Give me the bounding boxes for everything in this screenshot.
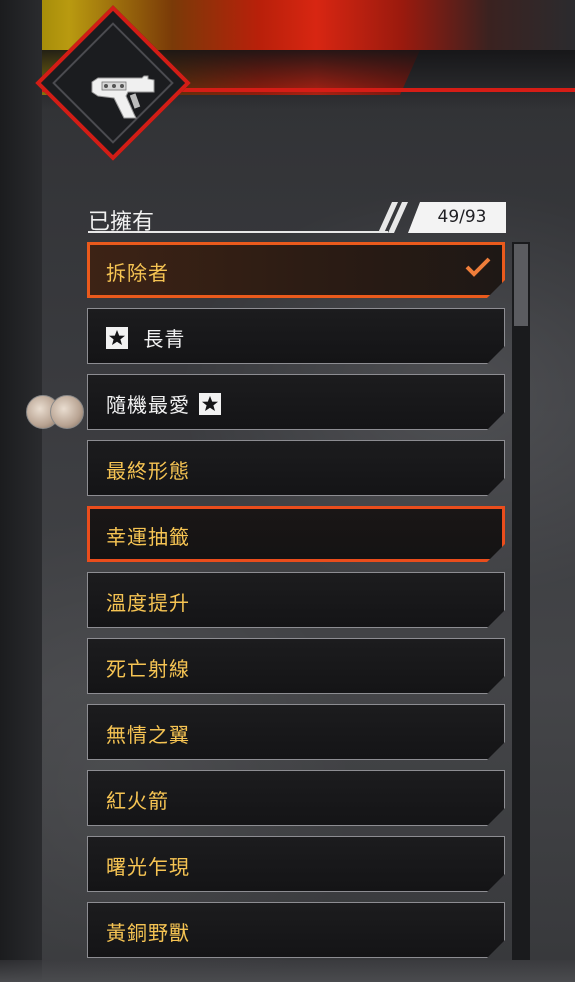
star-icon — [199, 393, 222, 415]
pistol-icon — [91, 75, 155, 119]
list-item[interactable]: 隨機最愛 — [87, 374, 505, 430]
weapon-emblem — [35, 5, 202, 172]
item-label: 死亡射線 — [106, 657, 190, 681]
list-item[interactable]: 黃銅野獸 — [87, 902, 505, 958]
list-item[interactable]: 無情之翼 — [87, 704, 505, 760]
owned-count-badge: 49/93 — [408, 202, 506, 233]
item-label: 隨機最愛 — [106, 389, 222, 418]
bottom-shade — [0, 960, 575, 982]
item-label: 無情之翼 — [106, 723, 190, 747]
owned-header: 已擁有 49/93 — [88, 200, 506, 235]
skin-list: 拆除者 長青 隨機最愛 最終形態 幸運抽籤 溫度提升 死亡射線 無情之翼 紅火箭… — [87, 242, 505, 968]
list-item[interactable]: 長青 — [87, 308, 505, 364]
list-item[interactable]: 溫度提升 — [87, 572, 505, 628]
item-label: 拆除者 — [106, 261, 169, 285]
scrollbar-thumb[interactable] — [514, 244, 528, 326]
item-label: 紅火箭 — [106, 789, 169, 813]
list-item[interactable]: 死亡射線 — [87, 638, 505, 694]
item-text: 隨機最愛 — [106, 393, 190, 417]
item-text: 長青 — [143, 327, 186, 351]
list-item[interactable]: 幸運抽籤 — [87, 506, 505, 562]
avatar — [50, 395, 84, 429]
list-item[interactable]: 曙光乍現 — [87, 836, 505, 892]
check-icon — [465, 257, 491, 277]
list-scrollbar[interactable] — [512, 242, 530, 960]
header-underline — [88, 231, 388, 233]
list-item[interactable]: 紅火箭 — [87, 770, 505, 826]
item-label: 最終形態 — [106, 459, 190, 483]
item-label: 黃銅野獸 — [106, 921, 190, 945]
left-strip — [0, 0, 42, 982]
item-label: 溫度提升 — [106, 591, 190, 615]
list-item[interactable]: 拆除者 — [87, 242, 505, 298]
item-label: 長青 — [106, 323, 185, 352]
list-item[interactable]: 最終形態 — [87, 440, 505, 496]
item-label: 曙光乍現 — [106, 855, 190, 879]
star-icon — [106, 327, 128, 349]
item-label: 幸運抽籤 — [106, 525, 190, 549]
